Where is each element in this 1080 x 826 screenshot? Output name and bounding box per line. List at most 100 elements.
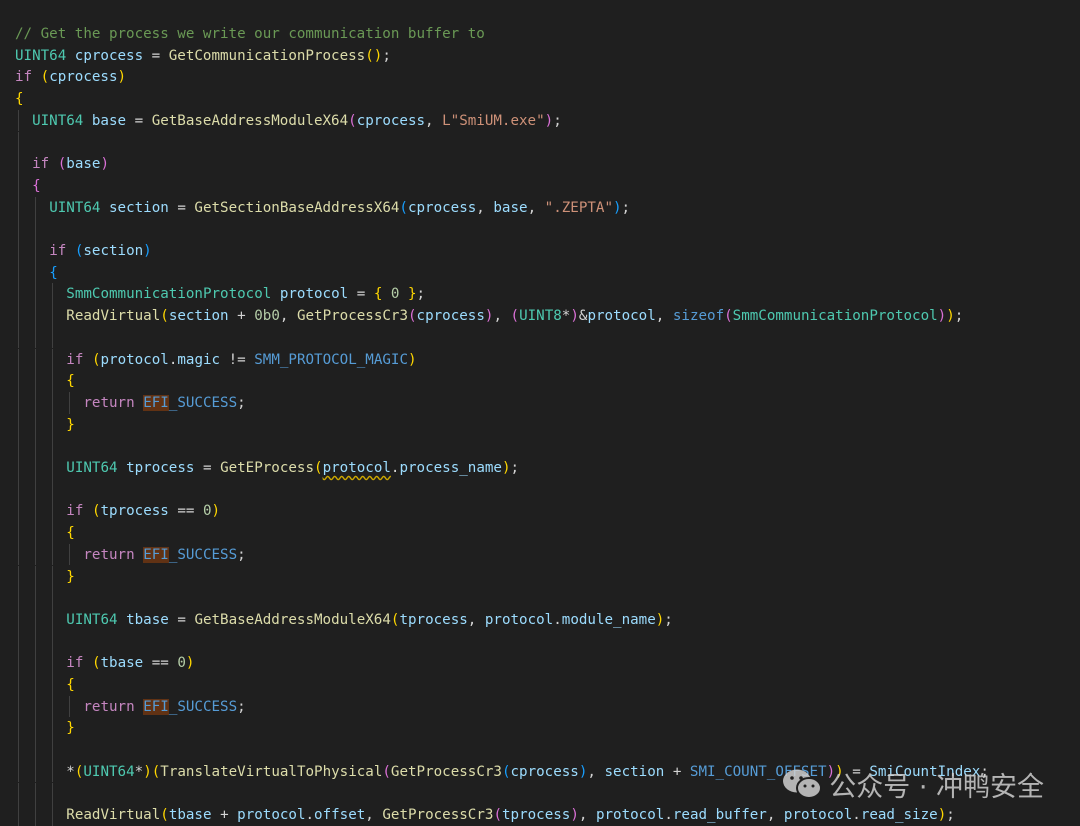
code-editor[interactable]: // Get the process we write our communic… (0, 0, 1080, 826)
code-token: + (664, 763, 690, 780)
code-line[interactable]: UINT64 section = GetSectionBaseAddressX6… (49, 197, 630, 219)
watermark: 公众号 · 冲鸭安全 (781, 764, 1044, 804)
code-token: == (143, 655, 178, 672)
code-token: ; (416, 286, 426, 303)
indent-guide (52, 391, 54, 414)
code-line[interactable]: { (66, 522, 75, 544)
code-token: _SUCCESS (168, 698, 238, 715)
code-token: section (168, 308, 229, 325)
code-token: { (66, 373, 75, 390)
code-token: UINT64 (32, 112, 84, 129)
code-token: ; (237, 546, 246, 563)
code-token: offset (314, 807, 366, 824)
indent-guide (69, 695, 71, 718)
code-line[interactable]: } (66, 717, 75, 739)
code-line[interactable]: if (section) (49, 240, 152, 262)
code-token: = (194, 460, 221, 476)
code-token: . (553, 611, 562, 628)
indent-guide (52, 587, 54, 609)
code-token: ; (382, 47, 391, 64)
code-token: != (220, 351, 255, 368)
code-line[interactable]: UINT64 cprocess = GetCommunicationProces… (15, 45, 391, 67)
code-line[interactable]: if (tbase == 0) (66, 652, 194, 674)
code-token: protocol (322, 460, 391, 476)
code-line[interactable]: { (66, 674, 75, 696)
code-token: ) (937, 807, 947, 824)
code-token: { (32, 177, 41, 194)
indent-guide (18, 782, 19, 805)
code-line[interactable]: { (49, 262, 58, 284)
code-token: ".ZEPTA" (544, 199, 613, 216)
wechat-icon (783, 769, 823, 799)
code-token: } (66, 416, 75, 433)
code-token: tbase (126, 611, 169, 628)
code-token: UINT64 (15, 47, 67, 64)
code-token: = (348, 286, 374, 303)
code-token: ) (544, 112, 554, 129)
code-line[interactable]: UINT64 base = GetBaseAddressModuleX64(cp… (32, 110, 562, 132)
indent-guide (35, 413, 37, 436)
indent-guide (35, 652, 37, 674)
code-token: GetBaseAddressModuleX64 (194, 611, 391, 628)
code-token: sizeof (672, 308, 725, 325)
code-token: ( (408, 308, 417, 325)
indent-guide (18, 326, 19, 349)
indent-guide (52, 413, 54, 436)
indent-guide (35, 326, 37, 349)
code-token: , (365, 807, 383, 824)
code-token: ; (664, 611, 673, 628)
code-line[interactable]: return EFI_SUCCESS; (83, 544, 246, 566)
code-token: 0 (177, 655, 186, 672)
code-line[interactable]: ReadVirtual(section + 0b0, GetProcessCr3… (66, 305, 963, 327)
code-line[interactable]: if (base) (32, 153, 109, 175)
indent-guide (18, 196, 19, 219)
code-token: section (604, 763, 665, 780)
indent-guide (52, 370, 54, 392)
code-token: read_size (860, 807, 938, 824)
code-line[interactable]: return EFI_SUCCESS; (83, 392, 246, 414)
code-token: SMM_PROTOCOL_MAGIC (254, 351, 409, 368)
code-line[interactable]: if (tprocess == 0) (66, 500, 220, 522)
code-token: TranslateVirtualToPhysical (160, 763, 383, 780)
code-line[interactable]: ReadVirtual(tbase + protocol.offset, Get… (66, 804, 954, 826)
code-line[interactable]: UINT64 tprocess = GetEProcess(protocol.p… (66, 457, 519, 479)
code-token: , (493, 308, 511, 325)
indent-guide (52, 435, 54, 457)
indent-guide (52, 543, 54, 566)
code-token: if (15, 69, 33, 86)
code-line[interactable]: if (cprocess) (15, 66, 126, 88)
code-token: ) (570, 308, 579, 325)
code-token: tbase (168, 807, 212, 824)
code-line[interactable]: SmmCommunicationProtocol protocol = { 0 … (66, 283, 425, 305)
code-token: 0 (203, 503, 212, 520)
code-token: , (655, 308, 673, 325)
code-token: { (66, 677, 75, 693)
indent-guide (18, 153, 19, 175)
indent-guide (52, 522, 54, 544)
indent-guide (35, 305, 37, 327)
code-token: return (83, 394, 135, 411)
code-line[interactable]: { (66, 370, 75, 392)
indent-guide (35, 457, 37, 479)
code-token: ) (937, 308, 947, 325)
code-line[interactable]: if (protocol.magic != SMM_PROTOCOL_MAGIC… (66, 349, 416, 371)
code-line[interactable]: { (32, 175, 41, 197)
code-token: = (126, 112, 152, 129)
code-line[interactable]: UINT64 tbase = GetBaseAddressModuleX64(t… (66, 609, 673, 631)
indent-guide (35, 739, 37, 761)
code-token: tprocess (399, 611, 468, 628)
code-line[interactable]: } (66, 414, 75, 436)
indent-guide (35, 500, 37, 523)
code-token: ( (40, 69, 50, 86)
code-line[interactable]: { (15, 88, 24, 110)
code-line[interactable]: } (66, 566, 75, 588)
code-line[interactable]: // Get the process we write our communic… (15, 23, 485, 45)
code-token: if (49, 243, 67, 259)
indent-guide (69, 391, 71, 414)
indent-guide (52, 717, 54, 740)
code-token: section (83, 243, 144, 259)
code-token: ; (954, 308, 964, 325)
code-line[interactable]: return EFI_SUCCESS; (83, 696, 246, 718)
indent-guide (35, 587, 37, 609)
